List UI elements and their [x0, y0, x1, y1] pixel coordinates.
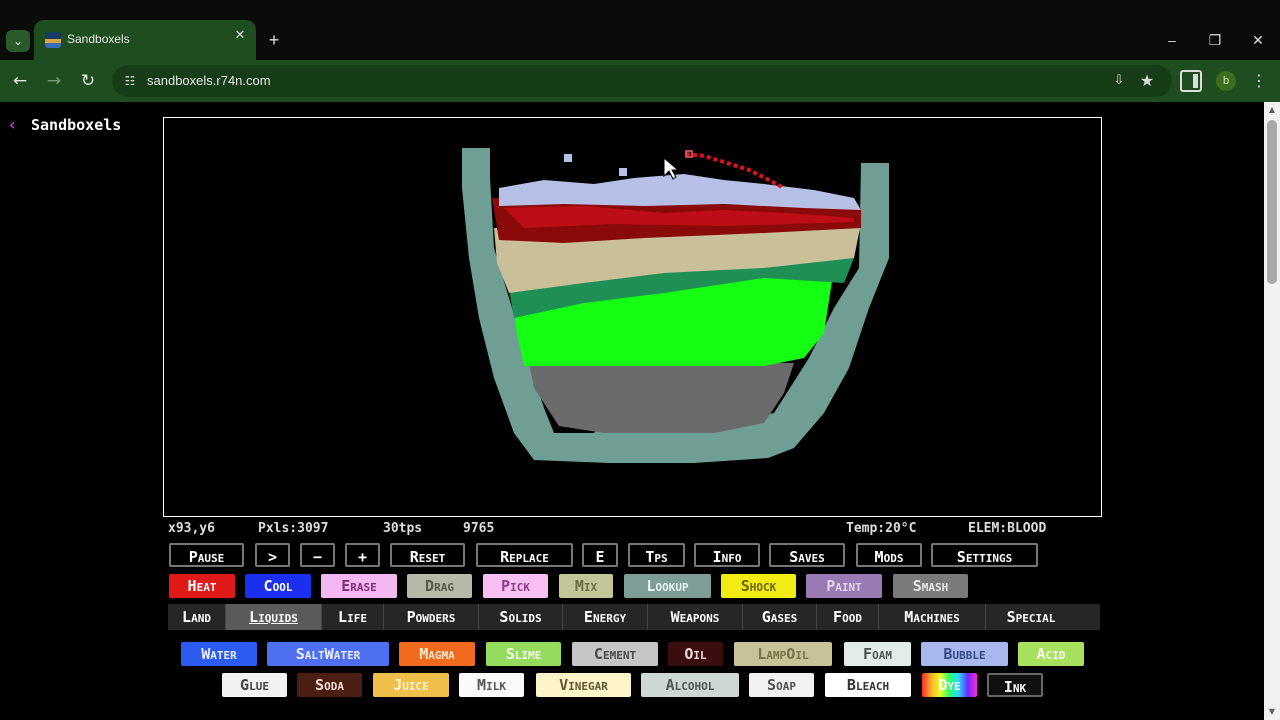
install-app-icon[interactable]: ⇩: [1110, 72, 1128, 90]
element-magma[interactable]: Magma: [399, 642, 475, 666]
pause-button[interactable]: Pause: [169, 543, 244, 567]
e-button[interactable]: E: [582, 543, 618, 567]
new-tab-plus-icon[interactable]: +: [262, 28, 286, 52]
element-acid[interactable]: Acid: [1018, 642, 1084, 666]
sandbox-scene: [462, 148, 889, 463]
window-close-icon[interactable]: ✕: [1244, 28, 1272, 52]
category-life[interactable]: Life: [322, 604, 384, 630]
reset-button[interactable]: Reset: [390, 543, 465, 567]
sandboxels-favicon-icon: [45, 32, 61, 48]
element-milk[interactable]: Milk: [459, 673, 524, 697]
element-oil[interactable]: Oil: [668, 642, 723, 666]
category-land[interactable]: Land: [168, 604, 226, 630]
category-gases[interactable]: Gases: [743, 604, 817, 630]
category-weapons[interactable]: Weapons: [648, 604, 743, 630]
selected-element: ELEM:BLOOD: [968, 521, 1047, 536]
element-soda[interactable]: Soda: [297, 673, 362, 697]
element-water[interactable]: Water: [181, 642, 257, 666]
tool-paint[interactable]: Paint: [806, 574, 882, 598]
bookmark-star-icon[interactable]: ★: [1138, 71, 1156, 91]
tps-readout: 30tps: [383, 521, 423, 536]
element-bubble[interactable]: Bubble: [921, 642, 1008, 666]
settings-button[interactable]: Settings: [931, 543, 1038, 567]
pixel-count: Pxls:3097: [258, 521, 329, 536]
replace-button[interactable]: Replace: [476, 543, 573, 567]
category-machines[interactable]: Machines: [879, 604, 986, 630]
side-panel-icon[interactable]: [1180, 70, 1202, 92]
saves-button[interactable]: Saves: [769, 543, 845, 567]
address-bar[interactable]: ☷ sandboxels.r74n.com ⇩ ★: [112, 65, 1172, 97]
tab-title: Sandboxels: [67, 32, 130, 46]
tool-cool[interactable]: Cool: [245, 574, 311, 598]
back-chevron-icon[interactable]: ‹: [9, 115, 16, 134]
scroll-down-arrow-icon[interactable]: ▼: [1264, 704, 1280, 720]
category-solids[interactable]: Solids: [479, 604, 563, 630]
tool-smash[interactable]: Smash: [893, 574, 968, 598]
rock-layer: [529, 363, 794, 433]
restore-icon[interactable]: ❐: [1201, 28, 1229, 52]
step-button[interactable]: >: [255, 543, 290, 567]
tool-shock[interactable]: Shock: [721, 574, 796, 598]
tool-erase[interactable]: Erase: [321, 574, 397, 598]
reload-icon[interactable]: ↻: [74, 68, 102, 94]
browser-tab-active[interactable]: Sandboxels ✕: [34, 20, 256, 60]
element-foam[interactable]: Foam: [844, 642, 911, 666]
tool-pick[interactable]: Pick: [483, 574, 548, 598]
browser-toolbar: ← → ↻ ☷ sandboxels.r74n.com ⇩ ★ b ⋮: [0, 60, 1280, 102]
stats-bar: x93,y6 Pxls:3097 30tps 9765 Temp:20°C EL…: [168, 521, 1098, 539]
cursor-coords: x93,y6: [168, 521, 215, 536]
game-canvas[interactable]: [163, 117, 1102, 517]
brush-larger-button[interactable]: +: [345, 543, 380, 567]
category-powders[interactable]: Powders: [384, 604, 479, 630]
profile-avatar[interactable]: b: [1216, 71, 1236, 91]
element-alcohol[interactable]: Alcohol: [641, 673, 739, 697]
tab-search-chevron-icon[interactable]: ⌄: [6, 30, 30, 52]
tool-mix[interactable]: Mix: [559, 574, 613, 598]
site-info-icon[interactable]: ☷: [122, 73, 138, 89]
mods-button[interactable]: Mods: [856, 543, 922, 567]
minimize-icon[interactable]: –: [1158, 28, 1186, 52]
element-bleach[interactable]: Bleach: [825, 673, 911, 697]
tick-count: 9765: [463, 521, 495, 536]
element-saltwater[interactable]: SaltWater: [267, 642, 389, 666]
element-vinegar[interactable]: Vinegar: [536, 673, 631, 697]
element-glue[interactable]: Glue: [222, 673, 287, 697]
element-lampoil[interactable]: LampOil: [734, 642, 832, 666]
temperature-readout: Temp:20°C: [846, 521, 917, 536]
element-soap[interactable]: Soap: [749, 673, 814, 697]
url-text[interactable]: sandboxels.r74n.com: [147, 73, 271, 88]
category-liquids[interactable]: Liquids: [226, 604, 322, 630]
chrome-menu-icon[interactable]: ⋮: [1250, 68, 1268, 94]
tool-heat[interactable]: Heat: [169, 574, 235, 598]
page-title[interactable]: Sandboxels: [31, 116, 121, 134]
tps-button[interactable]: Tps: [628, 543, 685, 567]
tab-close-icon[interactable]: ✕: [232, 28, 248, 44]
category-energy[interactable]: Energy: [563, 604, 648, 630]
forward-arrow-icon[interactable]: →: [40, 68, 68, 94]
element-cement[interactable]: Cement: [572, 642, 658, 666]
scroll-thumb[interactable]: [1267, 120, 1277, 284]
scroll-up-arrow-icon[interactable]: ▲: [1264, 102, 1280, 118]
element-slime[interactable]: Slime: [486, 642, 561, 666]
tool-lookup[interactable]: Lookup: [624, 574, 711, 598]
category-bar: Land Liquids Life Powders Solids Energy …: [168, 604, 1100, 630]
page-content: ‹ Sandboxels x93,y6 Pxls:3097 30tps 9765…: [0, 102, 1264, 720]
tool-drag[interactable]: Drag: [407, 574, 472, 598]
element-ink[interactable]: Ink: [987, 673, 1043, 697]
category-food[interactable]: Food: [817, 604, 879, 630]
info-button[interactable]: Info: [694, 543, 760, 567]
brush-smaller-button[interactable]: −: [300, 543, 335, 567]
back-arrow-icon[interactable]: ←: [6, 68, 34, 94]
element-dye[interactable]: Dye: [922, 673, 977, 697]
browser-tab-strip: ⌄ Sandboxels ✕ + – ❐ ✕: [0, 0, 1280, 60]
element-juice[interactable]: Juice: [373, 673, 449, 697]
page-scrollbar[interactable]: ▲ ▼: [1264, 102, 1280, 720]
category-special[interactable]: Special: [986, 604, 1076, 630]
